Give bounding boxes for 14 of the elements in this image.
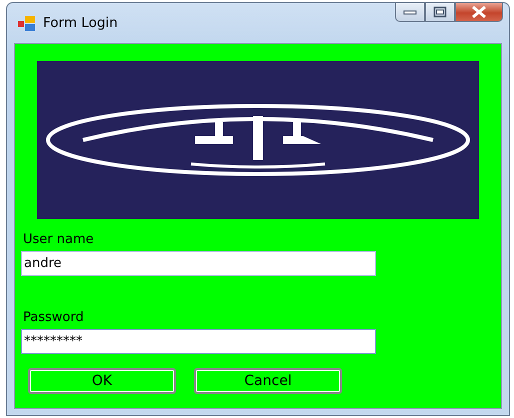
- password-field[interactable]: *********: [21, 329, 376, 354]
- close-icon: [471, 6, 487, 18]
- cancel-button[interactable]: Cancel: [194, 368, 342, 394]
- field-label: Password: [23, 309, 85, 326]
- username-field[interactable]: andre: [21, 251, 376, 276]
- field-label: User name: [23, 231, 95, 248]
- minimize-button[interactable]: [395, 2, 425, 22]
- close-button[interactable]: [455, 2, 503, 22]
- window-title: Form Login: [43, 14, 118, 33]
- ok-button[interactable]: OK: [28, 368, 176, 394]
- maximize-button[interactable]: [425, 2, 455, 22]
- maximize-icon: [433, 6, 447, 18]
- minimize-icon: [403, 9, 417, 15]
- app-icon: [18, 16, 35, 30]
